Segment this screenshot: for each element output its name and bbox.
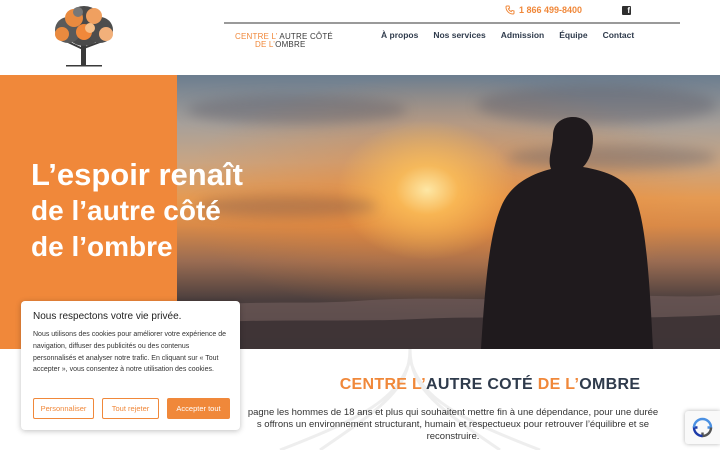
section-text-line: pagne les hommes de 18 ans et plus qui s… — [247, 407, 659, 418]
hero-line-1: L’espoir renaît — [31, 157, 243, 192]
accept-all-button[interactable]: Accepter tout — [167, 398, 230, 419]
main-nav: À propos Nos services Admission Équipe C… — [381, 30, 634, 40]
cookie-actions: Personnaliser Tout rejeter Accepter tout — [33, 398, 230, 419]
recaptcha-icon — [692, 417, 713, 438]
title-part: CENTRE L’ — [339, 376, 426, 393]
nav-item-services[interactable]: Nos services — [433, 30, 485, 40]
title-part: AUTRE COTÉ — [425, 376, 533, 393]
reject-all-button[interactable]: Tout rejeter — [102, 398, 159, 419]
brand-part: DE L — [255, 40, 274, 49]
person-silhouette — [481, 117, 653, 349]
phone-number[interactable]: 1 866 499-8400 — [505, 5, 582, 15]
cookie-title: Nous respectons votre vie privée. — [33, 311, 182, 322]
section-text: pagne les hommes de 18 ans et plus qui s… — [216, 407, 690, 443]
section-text-line: s offrons un environnement structurant, … — [256, 419, 650, 430]
tree-logo-icon — [55, 6, 113, 67]
site-header: 1 866 499-8400 f CENTRE L’ AUTRE CÔTÉ DE… — [0, 0, 720, 75]
nav-item-contact[interactable]: Contact — [603, 30, 635, 40]
hero-title: L’espoir renaît de l’autre côté de l’omb… — [31, 156, 291, 265]
brand-name[interactable]: CENTRE L’ AUTRE CÔTÉ DE L’OMBRE — [235, 33, 335, 49]
title-part: OMBRE — [579, 376, 641, 393]
hero-line-2: de l’autre côté — [31, 195, 221, 226]
phone-label: 1 866 499-8400 — [519, 5, 583, 15]
section-text-line: reconstruire. — [426, 431, 480, 442]
cookie-body: Nous utilisons des cookies pour améliore… — [33, 331, 226, 374]
brand-part: OMBRE — [275, 40, 306, 49]
cookie-banner: Nous respectons votre vie privée. Nous u… — [21, 301, 240, 430]
nav-item-equipe[interactable]: Équipe — [559, 30, 587, 40]
title-part: DE L’ — [537, 376, 580, 393]
page: 1 866 499-8400 f CENTRE L’ AUTRE CÔTÉ DE… — [0, 0, 720, 450]
nav-item-a-propos[interactable]: À propos — [381, 30, 418, 40]
customize-button[interactable]: Personnaliser — [33, 398, 94, 419]
nav-item-admission[interactable]: Admission — [501, 30, 544, 40]
recaptcha-badge[interactable] — [685, 411, 720, 444]
header-divider — [224, 22, 680, 24]
facebook-icon[interactable]: f — [622, 6, 631, 15]
phone-icon — [505, 5, 515, 15]
hero-line-3: de l’ombre — [31, 231, 173, 262]
